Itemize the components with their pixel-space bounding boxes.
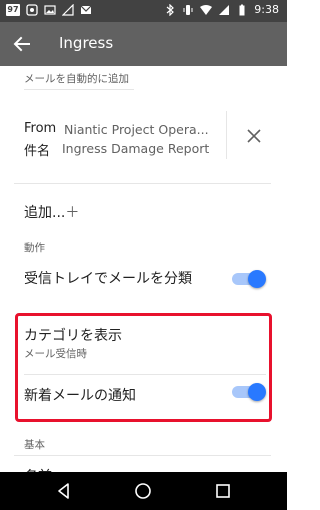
notify-label: 新着メールの通知	[24, 388, 136, 404]
toggle-thumb	[248, 383, 266, 401]
cell-signal-icon	[219, 4, 230, 15]
app-bar: Ingress	[0, 22, 287, 66]
from-value: Niantic Project Opera...	[64, 122, 209, 137]
status-bar: 97 9:38	[0, 0, 287, 22]
sort-inbox-row[interactable]: 受信トレイでメールを分類	[0, 262, 287, 298]
divider	[24, 374, 266, 375]
plus-icon: ＋	[65, 205, 80, 221]
wifi-icon	[200, 4, 213, 15]
add-label: 追加...	[24, 205, 66, 221]
page-title: Ingress	[59, 34, 114, 52]
sort-inbox-toggle[interactable]	[230, 269, 266, 289]
nav-back-icon[interactable]	[54, 481, 74, 501]
from-label: From	[24, 121, 57, 136]
bluetooth-icon	[166, 3, 175, 16]
app-icon	[26, 4, 38, 16]
vertical-divider	[226, 111, 227, 159]
toggle-thumb	[248, 270, 266, 288]
divider	[14, 183, 271, 184]
notification-badge-icon: 97	[6, 4, 20, 16]
nav-recents-icon[interactable]	[213, 481, 233, 501]
arrow-back-icon[interactable]	[10, 32, 34, 56]
nav-home-icon[interactable]	[133, 481, 153, 501]
battery-icon	[239, 4, 245, 15]
signal-outline-icon	[62, 4, 74, 16]
add-filter-button[interactable]: 追加...＋	[24, 202, 79, 222]
notify-toggle[interactable]	[230, 382, 266, 402]
section-underline	[24, 89, 134, 90]
status-bar-right: 9:38	[164, 3, 279, 16]
vibrate-icon	[183, 4, 193, 15]
subject-label: 件名	[24, 144, 51, 159]
status-bar-left: 97	[6, 4, 92, 16]
section-title-basic: 基本	[24, 439, 45, 451]
divider	[14, 455, 271, 456]
mail-icon	[80, 5, 92, 14]
settings-content[interactable]: メールを自動的に追加 From Niantic Project Opera...…	[0, 66, 287, 472]
notify-row[interactable]: 新着メールの通知	[15, 376, 272, 418]
category-label: カテゴリを表示	[24, 328, 122, 344]
sort-inbox-label: 受信トレイでメールを分類	[24, 271, 192, 287]
filter-row[interactable]: From Niantic Project Opera... 件名 Ingress…	[0, 106, 287, 171]
close-icon[interactable]	[243, 125, 265, 147]
status-time: 9:38	[254, 3, 279, 16]
subject-value: Ingress Damage Report	[62, 141, 210, 156]
image-icon	[44, 5, 56, 15]
section-title-actions: 動作	[24, 242, 45, 254]
navigation-bar	[0, 472, 287, 510]
section-title-auto-add: メールを自動的に追加	[24, 73, 129, 85]
category-subtitle: メール受信時	[24, 348, 87, 360]
category-row[interactable]: カテゴリを表示 メール受信時	[15, 316, 272, 371]
